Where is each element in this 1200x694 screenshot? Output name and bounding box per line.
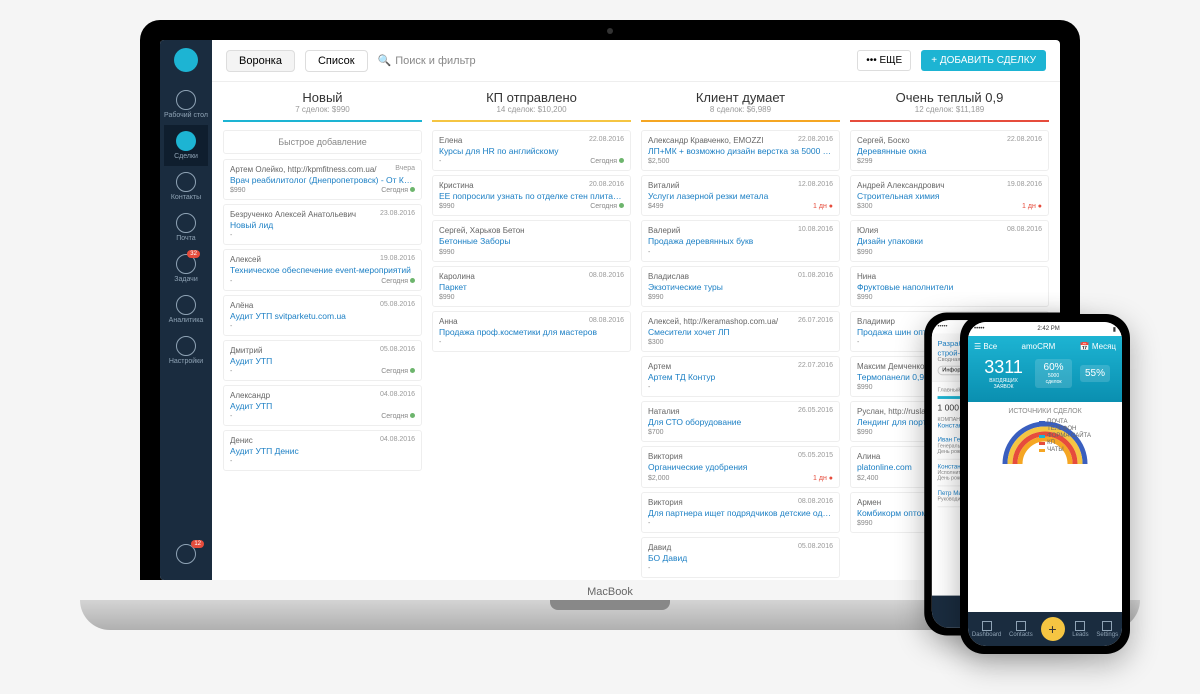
deal-card[interactable]: Валерий10.08.2016Продажа деревянных букв… (641, 220, 840, 261)
deal-card[interactable]: Безрученко Алексей Анатольевич23.08.2016… (223, 204, 422, 245)
app-logo[interactable] (174, 48, 198, 72)
stage-title: Очень теплый 0,9 (850, 90, 1049, 105)
add-deal-button[interactable]: + ДОБАВИТЬ СДЕЛКУ (921, 50, 1046, 71)
search-input[interactable]: 🔍 Поиск и фильтр (378, 54, 848, 67)
stage-title: Новый (223, 90, 422, 105)
nav-icon (176, 90, 196, 110)
nav-icon (176, 172, 196, 192)
search-icon: 🔍 (378, 54, 392, 67)
tab-list[interactable]: Список (305, 50, 368, 72)
nav-icon (176, 213, 196, 233)
quick-add[interactable]: Быстрое добавление (223, 130, 422, 154)
phone-add-button[interactable]: + (1041, 617, 1065, 641)
more-button[interactable]: ••• ЕЩЕ (857, 50, 911, 71)
deal-card[interactable]: НинаФруктовые наполнители$990 (850, 266, 1049, 307)
macbook-label: MacBook (587, 586, 633, 598)
nav-icon (176, 295, 196, 315)
deal-card[interactable]: Алексей19.08.2016Техническое обеспечение… (223, 249, 422, 290)
stage-title: КП отправлено (432, 90, 631, 105)
phone-tab-4[interactable]: Settings (1096, 621, 1118, 638)
deal-card[interactable]: Дмитрий05.08.2016Аудит УТП-Сегодня (223, 340, 422, 381)
sidebar-item-6[interactable]: Настройки (164, 330, 208, 371)
deal-card[interactable]: Александр Кравченко, EMOZZI22.08.2016ЛП+… (641, 130, 840, 171)
sources-chart: ПОЧТАТЕЛЕФОНФОРМА САЙТАКПЧАТЫ (995, 419, 1095, 469)
deal-card[interactable]: Денис04.08.2016Аудит УТП Денис- (223, 430, 422, 471)
phone-tab-1[interactable]: Contacts (1009, 621, 1033, 638)
stage-title: Клиент думает (641, 90, 840, 105)
sidebar: Рабочий столСделкиКонтактыПочтаЗадачи32А… (160, 40, 212, 580)
nav-icon (176, 131, 196, 151)
deal-card[interactable]: Юлия08.08.2016Дизайн упаковки$990 (850, 220, 1049, 261)
deal-card[interactable]: Елена22.08.2016Курсы для HR по английско… (432, 130, 631, 171)
phone-header: ☰ Все amoCRM 📅 Месяц 3311ВХОДЯЩИХ ЗАЯВОК… (968, 336, 1122, 402)
deal-card[interactable]: Андрей Александрович19.08.2016Строительн… (850, 175, 1049, 216)
deal-card[interactable]: Сергей, Боско22.08.2016Деревянные окна$2… (850, 130, 1049, 171)
stage-1: КП отправлено14 сделок: $10,200Елена22.0… (427, 90, 636, 572)
deal-card[interactable]: Кристина20.08.2016ЕЕ попросили узнать по… (432, 175, 631, 216)
phone-tab-3[interactable]: Leads (1072, 621, 1088, 638)
phone-tabbar: Dashboard Contacts + Leads Settings (968, 612, 1122, 646)
notifications-button[interactable]: 12 (160, 538, 212, 572)
sidebar-item-2[interactable]: Контакты (164, 166, 208, 207)
sidebar-item-3[interactable]: Почта (164, 207, 208, 248)
phone-device-front: •••••2:42 PM▮ ☰ Все amoCRM 📅 Месяц 3311В… (960, 314, 1130, 654)
stage-0: Новый7 сделок: $990Быстрое добавлениеАрт… (218, 90, 427, 572)
phone-tab-0[interactable]: Dashboard (972, 621, 1001, 638)
deal-card[interactable]: Александр04.08.2016Аудит УТП-Сегодня (223, 385, 422, 426)
deal-card[interactable]: Владислав01.08.2016Экзотические туры$990 (641, 266, 840, 307)
deal-card[interactable]: Виталий12.08.2016Услуги лазерной резки м… (641, 175, 840, 216)
sidebar-item-4[interactable]: Задачи32 (164, 248, 208, 289)
sidebar-item-0[interactable]: Рабочий стол (164, 84, 208, 125)
sidebar-item-5[interactable]: Аналитика (164, 289, 208, 330)
deal-card[interactable]: Каролина08.08.2016Паркет$990 (432, 266, 631, 307)
topbar: Воронка Список 🔍 Поиск и фильтр ••• ЕЩЕ … (212, 40, 1060, 82)
deal-card[interactable]: Анна08.08.2016Продажа проф.косметики для… (432, 311, 631, 352)
nav-icon (176, 336, 196, 356)
deal-card[interactable]: Сергей, Харьков БетонБетонные Заборы$990 (432, 220, 631, 261)
sidebar-item-1[interactable]: Сделки (164, 125, 208, 166)
tab-funnel[interactable]: Воронка (226, 50, 295, 72)
deal-card[interactable]: Алёна05.08.2016Аудит УТП svitparketu.com… (223, 295, 422, 336)
deal-card[interactable]: Артем Олейко, http://kpmfitness.com.ua/В… (223, 159, 422, 200)
notif-badge: 12 (191, 540, 204, 548)
